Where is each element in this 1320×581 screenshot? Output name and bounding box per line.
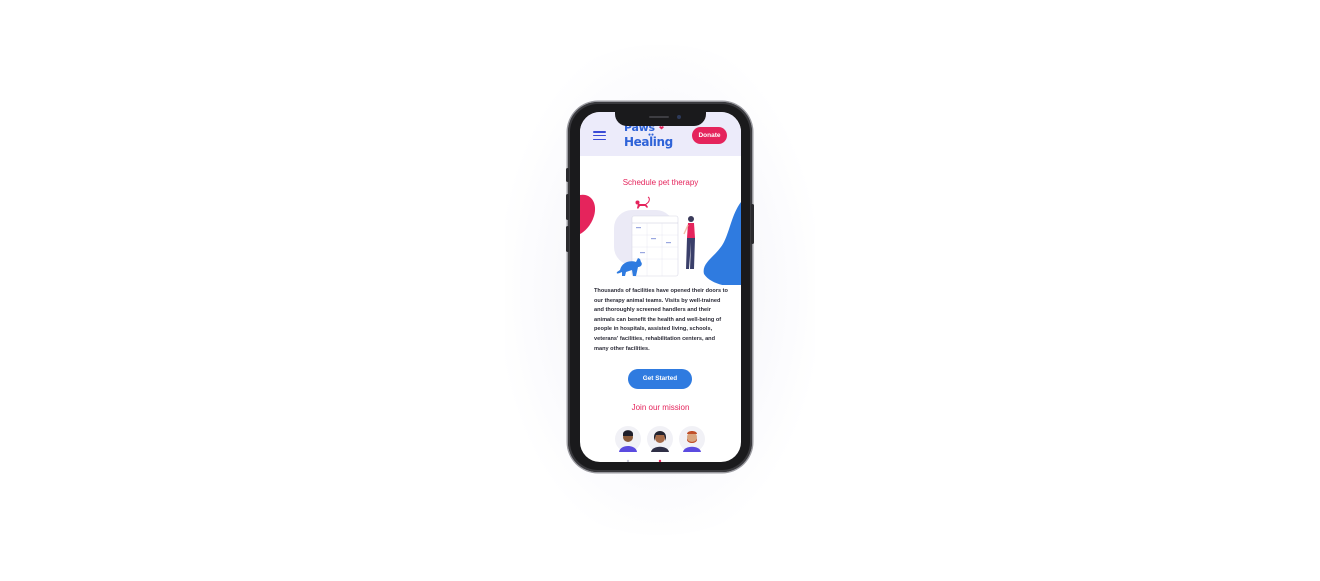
carousel-dot [626,459,630,462]
hamburger-menu-icon[interactable] [593,131,606,141]
carousel-dot-active [658,459,662,462]
person-figure [683,216,695,269]
phone-volume-down [566,226,569,252]
cat-icon [635,196,650,209]
phone-volume-up [566,194,569,220]
phone-mute-switch [566,168,569,182]
logo-word-bottom: Healing [624,135,673,149]
calendar-icon [631,215,679,277]
speaker-grille [649,116,669,118]
schedule-illustration [580,194,741,285]
phone-notch [615,112,706,126]
mission-avatars [615,426,705,462]
front-camera [677,115,681,119]
avatar [679,426,705,452]
donate-button[interactable]: Donate [692,127,727,144]
blue-blob-shape [703,202,741,285]
phone-power-button [751,204,754,244]
avatar [647,426,673,452]
get-started-button[interactable]: Get Started [628,369,692,389]
pink-blob-shape [580,194,596,234]
schedule-description: Thousands of facilities have opened thei… [594,288,728,352]
phone-screen: Paws ❤ ●● Healing Donate Schedule pet th… [580,112,741,462]
mission-title: Join our mission [631,403,690,412]
schedule-title: Schedule pet therapy [622,178,699,187]
avatar [615,426,641,452]
heart-icon: ❤ [659,126,665,132]
